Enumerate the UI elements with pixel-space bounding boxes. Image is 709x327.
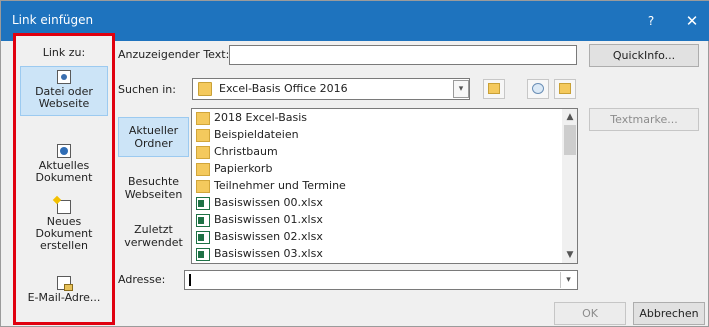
file-name: 2018 Excel-Basis xyxy=(214,111,308,124)
address-label: Adresse: xyxy=(118,273,166,286)
file-name: Basiswissen 02.xlsx xyxy=(214,230,323,243)
list-item[interactable]: Basiswissen 02.xlsx xyxy=(192,229,562,246)
textmarke-button[interactable]: Textmarke... xyxy=(589,108,699,131)
list-item[interactable]: Basiswissen 01.xlsx xyxy=(192,212,562,229)
file-name: Basiswissen 00.xlsx xyxy=(214,196,323,209)
nav-recent-files[interactable]: Zuletzt verwendet xyxy=(118,223,189,253)
folder-up-icon xyxy=(488,83,500,94)
link-to-panel: Link zu: Datei oder Webseite Aktuelles D… xyxy=(13,33,115,325)
link-to-heading: Link zu: xyxy=(42,46,86,59)
folder-icon xyxy=(198,82,212,96)
link-to-new-document[interactable]: Neues Dokument erstellen xyxy=(20,200,108,256)
list-item[interactable]: Beispieldateien xyxy=(192,127,562,144)
nav-current-folder[interactable]: Aktueller Ordner xyxy=(118,117,189,157)
list-item[interactable]: Christbaum xyxy=(192,144,562,161)
location-nav: Aktueller Ordner Besuchte Webseiten Zule… xyxy=(118,109,189,263)
file-name: Basiswissen 01.xlsx xyxy=(214,213,323,226)
display-text-input[interactable] xyxy=(229,45,577,65)
link-to-item-label-line1: E-Mail-Adre... xyxy=(27,291,101,304)
quickinfo-button[interactable]: QuickInfo... xyxy=(589,44,699,67)
folder-icon xyxy=(196,129,210,142)
nav-label-line1: Aktueller xyxy=(128,124,179,137)
window-title: Link einfügen xyxy=(12,13,94,27)
display-text-label: Anzuzeigender Text: xyxy=(118,48,230,61)
chevron-down-icon[interactable]: ▾ xyxy=(560,272,576,288)
search-in-value: Excel-Basis Office 2016 xyxy=(219,82,348,95)
file-name: Beispieldateien xyxy=(214,128,299,141)
list-item[interactable]: Basiswissen 00.xlsx xyxy=(192,195,562,212)
link-to-item-label-line2: Webseite xyxy=(38,97,90,110)
excel-file-icon xyxy=(196,214,210,227)
nav-label-line2: Webseiten xyxy=(124,188,183,201)
link-to-current-document[interactable]: Aktuelles Dokument xyxy=(20,144,108,188)
address-input[interactable] xyxy=(184,270,578,290)
file-name: Teilnehmer und Termine xyxy=(214,179,346,192)
link-to-item-label-line3: erstellen xyxy=(40,239,88,252)
ok-button[interactable]: OK xyxy=(554,302,626,325)
chevron-down-icon[interactable]: ▼ xyxy=(562,247,577,263)
email-icon xyxy=(57,276,73,291)
link-to-item-label-line2: Dokument xyxy=(35,171,93,184)
browse-file-button[interactable] xyxy=(554,79,576,99)
scroll-thumb[interactable] xyxy=(564,125,576,155)
help-button[interactable]: ? xyxy=(641,11,661,31)
nav-label-line1: Besuchte xyxy=(127,175,180,188)
folder-icon xyxy=(196,163,210,176)
browse-web-button[interactable] xyxy=(527,79,549,99)
link-to-email-address[interactable]: E-Mail-Adre... xyxy=(20,276,108,312)
chevron-down-icon[interactable]: ▾ xyxy=(453,80,469,98)
new-document-icon xyxy=(57,200,71,214)
chevron-up-icon[interactable]: ▲ xyxy=(562,109,577,125)
folder-icon xyxy=(196,112,210,125)
nav-label-line1: Zuletzt xyxy=(134,223,173,236)
file-name: Christbaum xyxy=(214,145,278,158)
link-to-file-or-webpage[interactable]: Datei oder Webseite xyxy=(20,66,108,116)
hyperlink-dialog: Link einfügen ? ✕ Link zu: Datei oder We… xyxy=(0,0,709,327)
list-item[interactable]: Teilnehmer und Termine xyxy=(192,178,562,195)
excel-file-icon xyxy=(196,248,210,261)
list-item[interactable]: Basiswissen 03.xlsx xyxy=(192,246,562,263)
file-list[interactable]: 2018 Excel-Basis Beispieldateien Christb… xyxy=(191,108,578,264)
nav-visited-pages[interactable]: Besuchte Webseiten xyxy=(118,175,189,205)
file-web-icon xyxy=(57,70,71,84)
text-caret xyxy=(189,274,191,286)
document-icon xyxy=(57,144,71,158)
search-in-dropdown[interactable]: Excel-Basis Office 2016 xyxy=(192,78,470,100)
excel-file-icon xyxy=(196,231,210,244)
close-button[interactable]: ✕ xyxy=(681,11,703,31)
excel-file-icon xyxy=(196,197,210,210)
file-list-scrollbar[interactable]: ▲ ▼ xyxy=(562,109,577,263)
nav-label-line2: verwendet xyxy=(124,236,183,249)
cancel-button[interactable]: Abbrechen xyxy=(633,302,705,325)
folder-icon xyxy=(196,180,210,193)
folder-icon xyxy=(196,146,210,159)
list-item[interactable]: Papierkorb xyxy=(192,161,562,178)
nav-label-line2: Ordner xyxy=(134,137,173,150)
list-item[interactable]: 2018 Excel-Basis xyxy=(192,110,562,127)
folder-up-button[interactable] xyxy=(483,79,505,99)
browse-web-icon xyxy=(532,83,544,94)
file-name: Papierkorb xyxy=(214,162,273,175)
browse-file-icon xyxy=(559,83,571,94)
file-name: Basiswissen 03.xlsx xyxy=(214,247,323,260)
search-in-label: Suchen in: xyxy=(118,83,176,96)
